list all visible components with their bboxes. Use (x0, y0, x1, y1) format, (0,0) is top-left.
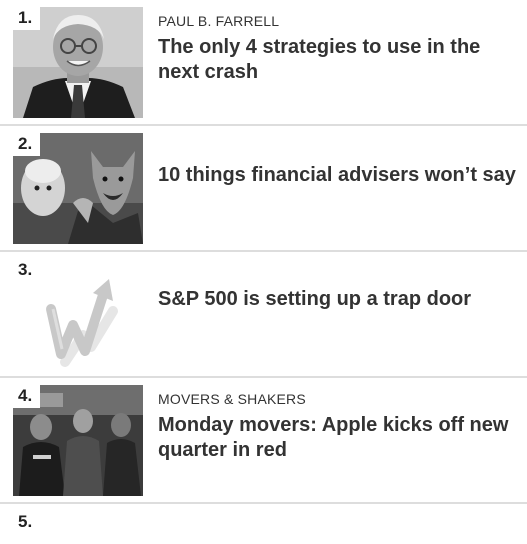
rank-number: 3. (18, 260, 33, 279)
rank-number: 4. (13, 385, 41, 408)
article-text: PAUL B. FARRELL The only 4 strategies to… (158, 13, 519, 85)
headline-link[interactable]: The only 4 strategies to use in the next… (158, 35, 519, 85)
list-item[interactable]: 2. 10 things financial advisers won’t sa… (0, 126, 527, 252)
headline-link[interactable]: Monday movers: Apple kicks off new quart… (158, 413, 519, 463)
most-popular-list: 1. PAUL B. FARRELL The only 4 strategies… (0, 0, 527, 544)
article-text: MOVERS & SHAKERS Monday movers: Apple ki… (158, 391, 519, 463)
headline-link[interactable]: S&P 500 is setting up a trap door (158, 287, 519, 312)
article-text: S&P 500 is setting up a trap door (158, 287, 519, 312)
rank-number: 5. (18, 512, 33, 531)
rank-number: 2. (13, 133, 41, 156)
author-kicker[interactable]: PAUL B. FARRELL (158, 13, 519, 29)
article-text: 10 things financial advisers won’t say (158, 163, 519, 188)
list-item[interactable]: 3. S&P 500 is setting up a trap door (0, 252, 527, 378)
list-item[interactable]: 4. MOVERS & SHAKERS Monday movers: Apple… (0, 378, 527, 504)
rank-number: 1. (13, 7, 41, 30)
headline-link[interactable]: 10 things financial advisers won’t say (158, 163, 519, 188)
list-item[interactable]: 1. PAUL B. FARRELL The only 4 strategies… (0, 0, 527, 126)
list-item[interactable]: 5. (0, 504, 527, 544)
section-kicker[interactable]: MOVERS & SHAKERS (158, 391, 519, 407)
